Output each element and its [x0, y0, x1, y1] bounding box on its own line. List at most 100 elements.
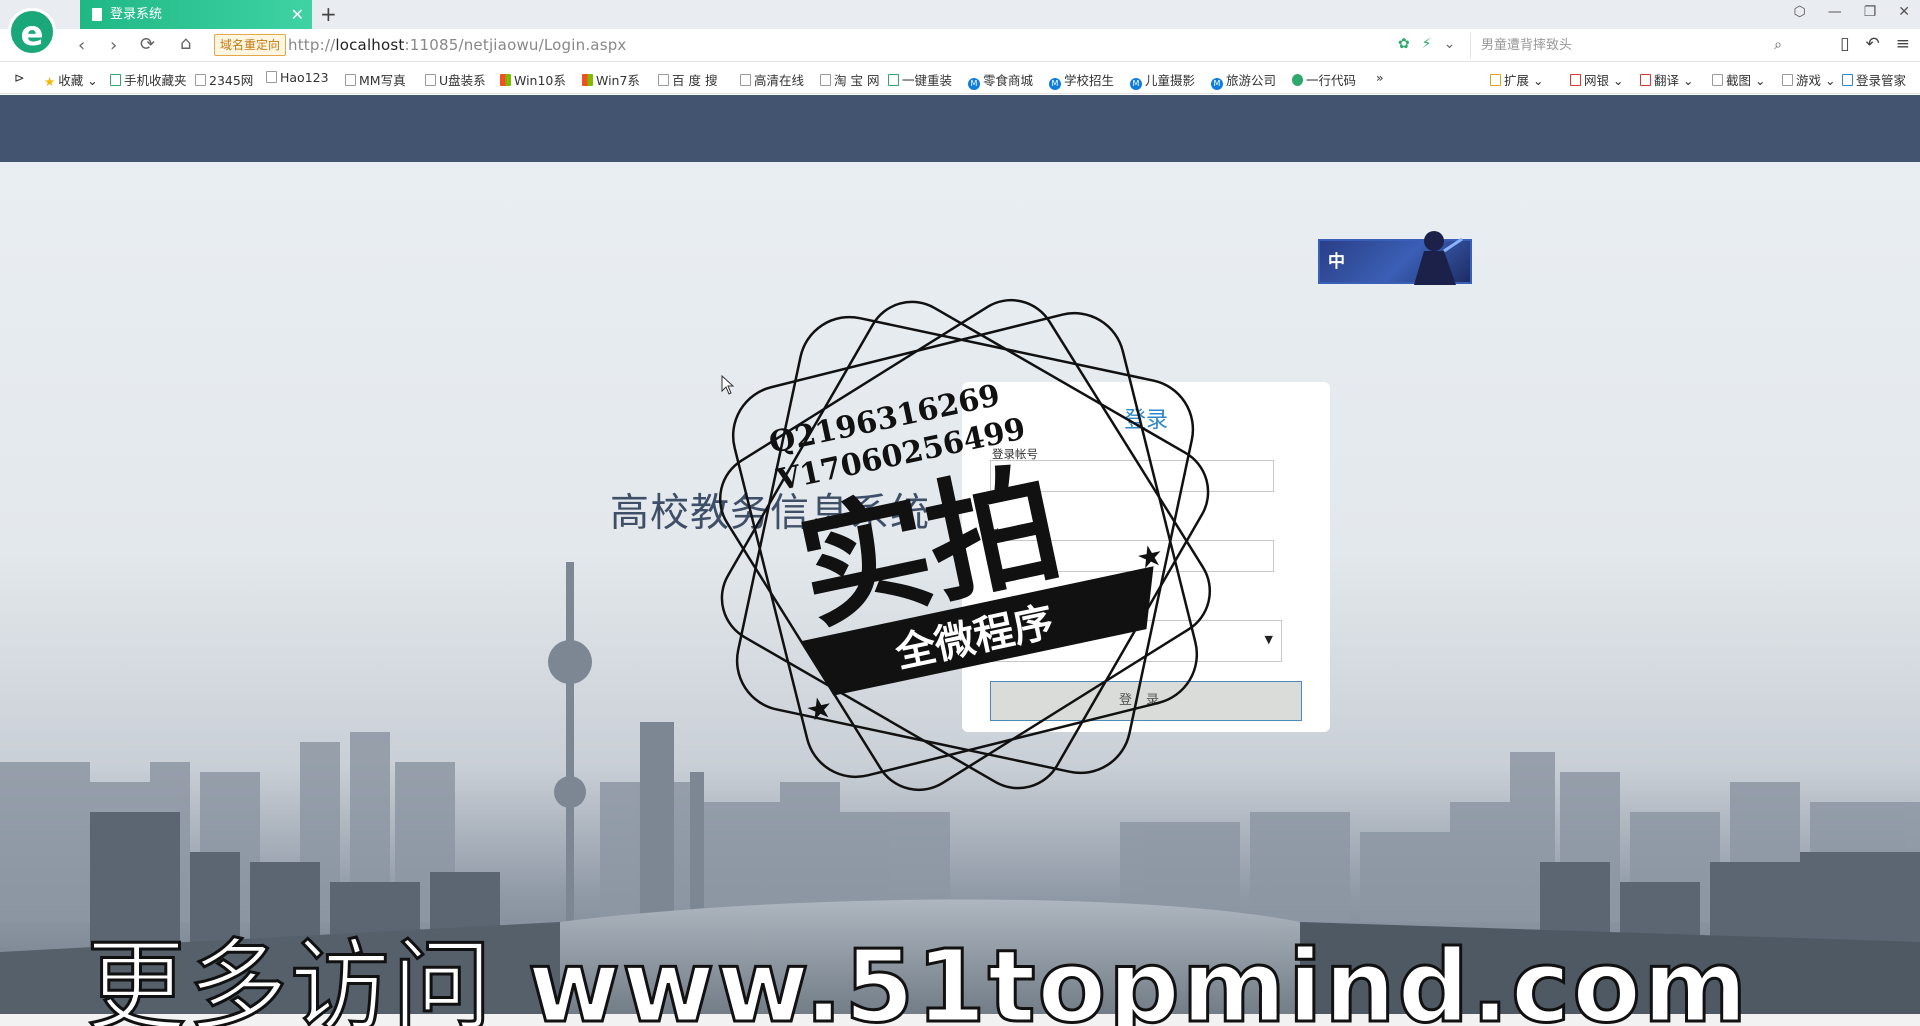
bookmark-label: 手机收藏夹 — [124, 73, 187, 88]
search-input[interactable]: 男童遭背摔致头 ⌕ — [1470, 33, 1790, 58]
games-item[interactable]: 游戏 ⌄ — [1782, 70, 1835, 89]
restore-button[interactable]: ❐ — [1864, 4, 1877, 20]
bookmark-label: MM写真 — [359, 73, 406, 88]
bookmark-label: 高清在线 — [754, 73, 805, 88]
bookmark-item[interactable]: M 儿童摄影 — [1130, 70, 1195, 90]
bookmark-label: U盘装系 — [439, 73, 486, 88]
bottom-watermark: 更多访问 www.51topmind.com — [85, 905, 1750, 1026]
bookmark-item[interactable]: 百 度 搜 — [658, 70, 717, 89]
speed-icon[interactable]: ⚡ — [1422, 36, 1432, 52]
skin-icon[interactable]: ⬡ — [1793, 4, 1805, 20]
game-icon — [1782, 74, 1793, 86]
page-icon — [425, 74, 436, 86]
screenshot-item[interactable]: 截图 ⌄ — [1712, 70, 1765, 89]
bookmark-item[interactable]: 高清在线 — [740, 70, 804, 89]
mouse-cursor-icon — [721, 375, 735, 395]
dropdown-icon[interactable]: ⌄ — [1444, 36, 1456, 52]
sidebar-toggle-icon[interactable]: ⊳ — [14, 70, 24, 85]
page-icon — [266, 71, 277, 83]
password-manager-item[interactable]: 登录管家 — [1842, 70, 1906, 89]
bookmark-item[interactable]: Win10系 — [500, 70, 566, 89]
bookmark-item[interactable]: 手机收藏夹 — [110, 70, 187, 89]
browser-titlebar: 登录系统 ✕ + ⬡ — ❐ ✕ — [0, 0, 1920, 29]
chevron-down-icon: ▼ — [1264, 633, 1273, 646]
page-icon — [195, 74, 206, 86]
login-button[interactable]: 登录 — [990, 681, 1302, 721]
window-controls: ⬡ — ❐ ✕ — [1793, 4, 1910, 20]
bookmark-label: 零食商城 — [983, 73, 1034, 88]
forward-icon[interactable]: › — [110, 35, 117, 56]
bookmark-item[interactable]: M 学校招生 — [1049, 70, 1114, 90]
tool-label: 翻译 — [1654, 73, 1680, 88]
star-icon: ★ — [44, 74, 56, 89]
m-icon: M — [1049, 78, 1061, 90]
bookmark-item[interactable]: M 零食商城 — [968, 70, 1033, 90]
browser-logo-icon[interactable]: e — [8, 8, 56, 56]
extensions-item[interactable]: 扩展 ⌄ — [1490, 70, 1543, 89]
bookmark-item[interactable]: 淘 宝 网 — [820, 70, 879, 89]
p-icon — [1292, 74, 1303, 86]
translate-icon — [1640, 74, 1651, 86]
password-input[interactable] — [990, 540, 1274, 572]
close-window-button[interactable]: ✕ — [1898, 4, 1910, 20]
grid-icon — [1490, 74, 1501, 86]
skyline-image — [0, 562, 1920, 1026]
url-path: :11085/netjiaowu/Login.aspx — [404, 36, 627, 54]
bookmark-label: 百 度 搜 — [672, 73, 718, 88]
bookmark-item[interactable]: 一行代码 — [1292, 70, 1356, 89]
bookmark-item[interactable]: M 旅游公司 — [1211, 70, 1276, 90]
page-icon — [740, 74, 751, 86]
menu-icon[interactable]: ≡ — [1896, 34, 1910, 54]
back-icon[interactable]: ‹ — [78, 35, 85, 56]
page-icon — [345, 74, 356, 86]
redirect-badge[interactable]: 域名重定向 — [214, 34, 287, 56]
watermark-url-text: www.51topmind.com — [526, 927, 1750, 1026]
bookmark-item[interactable]: Hao123 — [266, 70, 329, 85]
tab-login[interactable]: 登录系统 ✕ — [80, 0, 312, 29]
bookmark-label: 旅游公司 — [1226, 73, 1277, 88]
new-tab-button[interactable]: + — [320, 2, 337, 26]
bookmark-item[interactable]: 2345网 — [195, 70, 253, 89]
security-icon[interactable]: ✿ — [1398, 36, 1410, 52]
login-panel: 登录 登录帐号 密码 登录身份 ▼ 登录 — [962, 382, 1330, 732]
m-icon: M — [1211, 78, 1223, 90]
home-icon[interactable]: ⌂ — [180, 33, 191, 54]
tab-title: 登录系统 — [110, 7, 163, 22]
page-icon — [92, 8, 102, 21]
minimize-button[interactable]: — — [1828, 4, 1842, 20]
role-select[interactable]: ▼ — [990, 620, 1282, 662]
bookmark-item[interactable]: MM写真 — [345, 70, 406, 89]
bookmark-label: 儿童摄影 — [1145, 73, 1196, 88]
bookmark-label: 学校招生 — [1064, 73, 1115, 88]
watermark-cn-text: 更多访问 — [85, 927, 494, 1026]
address-icons: ✿ ⚡ ⌄ — [1398, 36, 1455, 52]
bookmark-item[interactable]: ★ 收藏 ⌄ — [44, 70, 98, 89]
search-icon[interactable]: ⌕ — [1774, 33, 1782, 58]
scissors-icon — [1712, 74, 1723, 86]
bookmark-item[interactable]: 一键重装 — [888, 70, 952, 89]
tab-close-icon[interactable]: ✕ — [291, 0, 304, 29]
bookmark-icon[interactable]: ▯ — [1840, 34, 1849, 54]
bank-item[interactable]: 网银 ⌄ — [1570, 70, 1623, 89]
bookmark-label: Win7系 — [596, 73, 640, 88]
page-icon — [658, 74, 669, 86]
bookmarks-bar: ⊳ ★ 收藏 ⌄ 手机收藏夹 2345网 Hao123 MM写真 U盘装系 Win… — [0, 62, 1920, 94]
reload-icon[interactable]: ⟳ — [140, 34, 155, 55]
tool-label: 游戏 — [1796, 73, 1822, 88]
bookmark-item[interactable]: U盘装系 — [425, 70, 486, 89]
undo-icon[interactable]: ↶ — [1866, 34, 1880, 54]
url-input[interactable]: http://localhost:11085/netjiaowu/Login.a… — [288, 36, 627, 54]
role-label: 登录身份 — [992, 605, 1038, 619]
ime-indicator[interactable]: 中 — [1318, 231, 1472, 285]
url-host: localhost — [335, 36, 405, 54]
account-input[interactable] — [990, 460, 1274, 492]
bookmark-item[interactable]: Win7系 — [582, 70, 640, 89]
right-tools: ▯ ↶ ≡ — [1840, 34, 1910, 54]
windows-icon — [582, 74, 593, 86]
search-text: 男童遭背摔致头 — [1481, 38, 1573, 53]
translate-item[interactable]: 翻译 ⌄ — [1640, 70, 1693, 89]
phone-icon — [110, 74, 121, 86]
bookmark-label: 2345网 — [209, 73, 254, 88]
bookmarks-more-button[interactable]: » — [1376, 70, 1384, 85]
tool-icon — [888, 74, 899, 86]
